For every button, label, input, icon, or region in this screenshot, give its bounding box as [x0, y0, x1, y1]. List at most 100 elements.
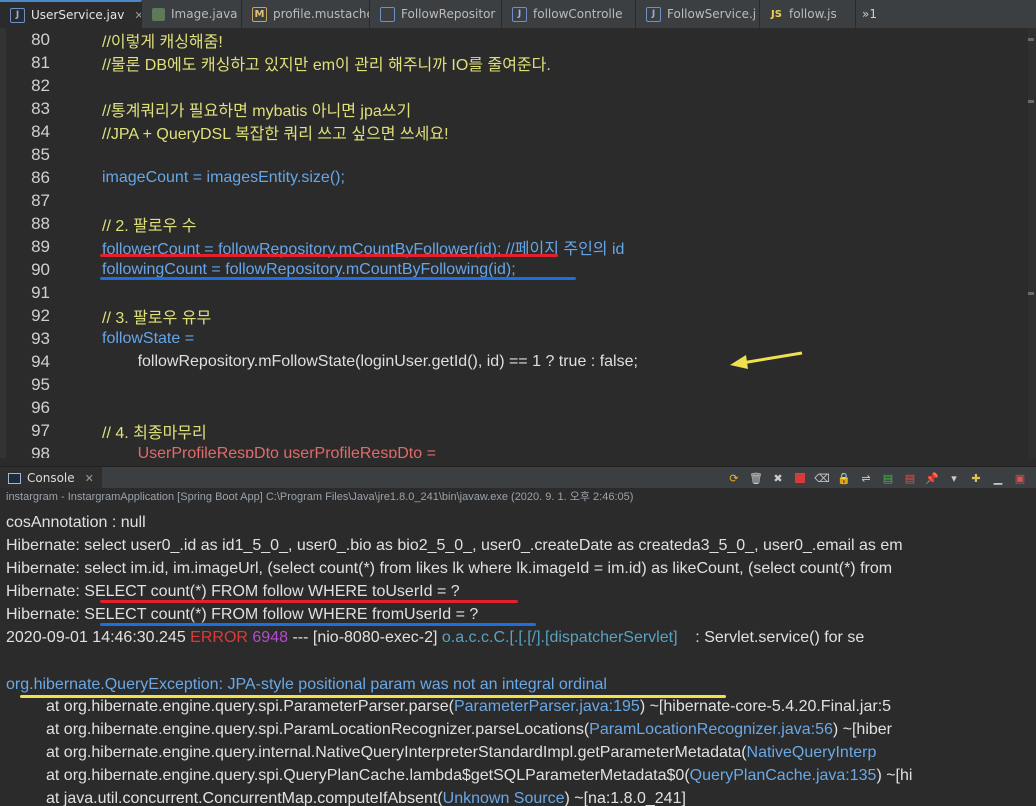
tab-label: followControlle [533, 7, 623, 21]
tab-profile-mustache[interactable]: M profile.mustache [242, 0, 370, 28]
line-number: 84 [31, 121, 50, 141]
tab-follow-controller[interactable]: J followControlle [502, 0, 636, 28]
tab-follow-js[interactable]: JS follow.js [760, 0, 856, 28]
editor-tab-bar: J UserService.jav ✕ Image.java M profile… [0, 0, 1036, 29]
show-on-stdout-icon[interactable]: ▤ [880, 470, 896, 486]
java-file-icon: J [646, 6, 661, 22]
tab-label: FollowService.j [667, 7, 757, 21]
code-text: //이렇게 캐싱해줌! [102, 33, 223, 51]
tab-console[interactable]: Console ✕ [0, 467, 102, 489]
code-text: //JPA + QueryDSL 복잡한 쿼리 쓰고 싶으면 쓰세요! [102, 125, 449, 143]
source-link[interactable]: Unknown Source [443, 790, 565, 806]
console-tab-bar: Console ✕ ⟳ 🗑 ✖ ⌫ 🔒 ⇌ ▤ ▤ 📌 ▾ ✚ ▁ ▣ [0, 466, 1036, 489]
scroll-lock-icon[interactable]: 🔒 [836, 470, 852, 486]
java-file-icon: J [512, 6, 527, 22]
code-line: 96 [0, 396, 1030, 419]
blue-underline-annotation [100, 623, 536, 626]
stack-trace-line: at org.hibernate.engine.query.spi.Parame… [46, 695, 891, 718]
source-link[interactable]: ParamLocationRecognizer.java:56 [589, 721, 833, 739]
error-log-line: 2020-09-01 14:46:30.245 ERROR 6948 --- [… [6, 626, 864, 649]
overview-marker [1028, 100, 1034, 103]
log-separator: --- [292, 628, 309, 646]
stack-frame-rest: ) ~[hibernate-core-5.4.20.Final.jar:5 [639, 697, 892, 715]
code-line: 83 //통계쿼리가 필요하면 mybatis 아니면 jpa쓰기 [0, 97, 1030, 120]
line-number: 81 [31, 52, 50, 72]
tab-follow-service[interactable]: J FollowService.j [636, 0, 760, 28]
line-number: 83 [31, 98, 50, 118]
line-number: 91 [31, 282, 50, 302]
code-text: //통계쿼리가 필요하면 mybatis 아니면 jpa쓰기 [102, 102, 412, 120]
tabs-overflow-button[interactable]: »1 [856, 0, 883, 28]
exception-message: : JPA-style positional param was not an … [218, 675, 607, 693]
yellow-arrow-annotation [730, 351, 803, 369]
remove-all-terminated-icon[interactable]: ✖ [770, 470, 786, 486]
mustache-file-icon: M [252, 6, 267, 22]
refresh-icon[interactable]: ⟳ [726, 470, 742, 486]
log-level: ERROR [190, 628, 248, 646]
close-icon[interactable]: ✕ [85, 472, 94, 485]
code-line: 91 [0, 281, 1030, 304]
code-text: followRepository.mFollowState(loginUser.… [102, 352, 638, 370]
display-selected-console-icon[interactable]: ▾ [946, 470, 962, 486]
code-text: imageCount = imagesEntity.size(); [102, 168, 345, 186]
code-line: 84 //JPA + QueryDSL 복잡한 쿼리 쓰고 싶으면 쓰세요! [0, 120, 1030, 143]
minimize-icon[interactable]: ▁ [990, 470, 1006, 486]
log-line: cosAnnotation : null [6, 513, 146, 531]
stack-frame-rest: ) ~[hiber [832, 720, 892, 738]
java-file-icon [380, 6, 395, 22]
line-number: 98 [31, 443, 50, 459]
clear-console-icon[interactable]: ⌫ [814, 470, 830, 486]
blue-underline-annotation [100, 277, 576, 280]
code-line: 81 //물론 DB에도 캐싱하고 있지만 em이 관리 해주니까 IO를 줄여… [0, 51, 1030, 74]
tab-follow-repository[interactable]: FollowRepositor [370, 0, 502, 28]
line-number: 95 [31, 374, 50, 394]
line-number: 86 [31, 167, 50, 187]
source-link[interactable]: NativeQueryInterp [747, 744, 877, 762]
overview-marker [1028, 38, 1034, 41]
code-editor[interactable]: 80 //이렇게 캐싱해줌! 81 //물론 DB에도 캐싱하고 있지만 em이… [0, 28, 1036, 458]
remove-launch-icon[interactable]: 🗑 [748, 470, 764, 486]
tab-label: FollowRepositor [401, 7, 496, 21]
tab-image-java[interactable]: Image.java [142, 0, 242, 28]
maximize-icon[interactable]: ▣ [1012, 470, 1028, 486]
stack-frame: at org.hibernate.engine.query.internal.N… [46, 743, 747, 761]
code-text: // 3. 팔로우 유무 [102, 309, 212, 327]
code-text: followingCount = followRepository.mCount… [102, 260, 516, 278]
word-wrap-icon[interactable]: ⇌ [858, 470, 874, 486]
red-underline-annotation [100, 600, 518, 603]
source-link[interactable]: ParameterParser.java:195 [454, 698, 640, 716]
log-timestamp: 2020-09-01 14:46:30.245 [6, 628, 186, 646]
stack-frame-rest: ) ~[hi [876, 766, 913, 784]
line-number: 85 [31, 144, 50, 164]
stack-trace-line: at org.hibernate.engine.query.spi.ParamL… [46, 718, 892, 741]
code-line: 85 [0, 143, 1030, 166]
stack-frame-rest: ) ~[na:1.8.0_241] [564, 789, 686, 806]
close-icon[interactable]: ✕ [134, 9, 141, 22]
stack-frame: at org.hibernate.engine.query.spi.QueryP… [46, 766, 690, 784]
console-output[interactable]: cosAnnotation : null Hibernate: select u… [0, 503, 1036, 806]
js-file-icon: JS [771, 8, 782, 20]
stack-trace-line: at org.hibernate.engine.query.internal.N… [46, 741, 876, 764]
code-text: followState = [102, 329, 195, 347]
line-number: 90 [31, 259, 50, 279]
editor-scrollbar[interactable] [1028, 28, 1036, 458]
stack-frame: at org.hibernate.engine.query.spi.ParamL… [46, 720, 590, 738]
source-link[interactable]: QueryPlanCache.java:135 [690, 767, 877, 785]
open-console-icon[interactable]: ✚ [968, 470, 984, 486]
log-line: Hibernate: select user0_.id as id1_5_0_,… [6, 536, 903, 554]
overview-marker [1028, 292, 1034, 295]
exception-class-link[interactable]: org.hibernate.QueryException [6, 676, 219, 694]
pin-console-icon[interactable]: 📌 [924, 470, 940, 486]
code-line: 87 [0, 189, 1030, 212]
line-number: 93 [31, 328, 50, 348]
java-file-icon [152, 7, 165, 21]
code-line: 93 followState = [0, 327, 1030, 350]
line-number: 92 [31, 305, 50, 325]
exception-line: org.hibernate.QueryException : JPA-style… [6, 673, 607, 696]
java-file-icon: J [10, 7, 25, 23]
show-on-stderr-icon[interactable]: ▤ [902, 470, 918, 486]
line-number: 96 [31, 397, 50, 417]
console-toolbar: ⟳ 🗑 ✖ ⌫ 🔒 ⇌ ▤ ▤ 📌 ▾ ✚ ▁ ▣ [726, 467, 1028, 489]
tab-userservice[interactable]: J UserService.jav ✕ [0, 0, 142, 28]
terminate-icon[interactable] [792, 470, 808, 486]
